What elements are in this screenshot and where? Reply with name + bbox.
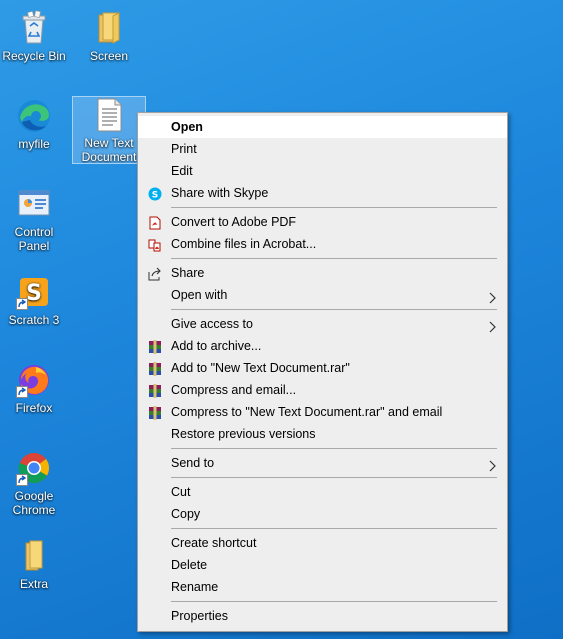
menu-separator <box>138 598 507 605</box>
chrome-icon <box>16 450 52 486</box>
shortcut-arrow-icon <box>16 474 28 486</box>
chevron-right-icon <box>489 289 497 304</box>
pdf-icon <box>148 215 162 230</box>
shortcut-arrow-icon <box>16 386 28 398</box>
menu-item-label: Convert to Adobe PDF <box>171 215 297 229</box>
desktop-icon-screen[interactable]: Screen <box>73 10 145 63</box>
menu-item-combine-acrobat[interactable]: Combine files in Acrobat... <box>138 233 507 255</box>
menu-item-share[interactable]: Share <box>138 262 507 284</box>
chevron-right-icon <box>489 457 497 472</box>
menu-item-label: Compress to "New Text Document.rar" and … <box>171 405 443 419</box>
chevron-right-icon <box>489 318 497 333</box>
menu-item-label: Open with <box>171 288 228 302</box>
recycle-bin-icon <box>16 10 52 46</box>
desktop-icon-new-text-document[interactable]: New Text Document <box>72 96 146 164</box>
menu-item-open[interactable]: Open <box>138 116 507 138</box>
desktop-icon-recycle-bin[interactable]: Recycle Bin <box>0 10 70 63</box>
menu-item-label: Rename <box>171 580 219 594</box>
menu-separator <box>138 525 507 532</box>
desktop-icon-label: Screen <box>89 49 129 63</box>
scratch-icon: S <box>16 274 52 310</box>
menu-item-compress-rar-email[interactable]: Compress to "New Text Document.rar" and … <box>138 401 507 423</box>
menu-item-label: Combine files in Acrobat... <box>171 237 317 251</box>
menu-item-label: Share with Skype <box>171 186 269 200</box>
menu-item-properties[interactable]: Properties <box>138 605 507 627</box>
menu-item-label: Cut <box>171 485 191 499</box>
desktop-icon-label: Scratch 3 <box>8 313 60 327</box>
winrar-icon <box>148 361 162 376</box>
desktop-icon-control-panel[interactable]: Control Panel <box>0 186 70 253</box>
menu-item-rename[interactable]: Rename <box>138 576 507 598</box>
menu-item-label: Send to <box>171 456 215 470</box>
desktop-icon-label: myfile <box>18 137 50 151</box>
folder-icon <box>91 10 127 46</box>
menu-separator <box>138 306 507 313</box>
menu-item-open-with[interactable]: Open with <box>138 284 507 306</box>
menu-item-send-to[interactable]: Send to <box>138 452 507 474</box>
menu-item-label: Create shortcut <box>171 536 257 550</box>
menu-separator <box>138 255 507 262</box>
share-icon <box>148 266 162 281</box>
desktop-icon-label: Control Panel <box>14 225 54 253</box>
menu-item-label: Copy <box>171 507 201 521</box>
acrobat-combine-icon <box>148 237 162 252</box>
edge-icon <box>16 98 52 134</box>
menu-item-print[interactable]: Print <box>138 138 507 160</box>
menu-item-edit[interactable]: Edit <box>138 160 507 182</box>
desktop-icon-chrome[interactable]: Google Chrome <box>0 450 70 517</box>
control-panel-icon <box>16 186 52 222</box>
menu-item-share-skype[interactable]: S Share with Skype <box>138 182 507 204</box>
menu-item-delete[interactable]: Delete <box>138 554 507 576</box>
desktop-icon-scratch[interactable]: S Scratch 3 <box>0 274 70 327</box>
menu-item-compress-email[interactable]: Compress and email... <box>138 379 507 401</box>
menu-item-add-rar[interactable]: Add to "New Text Document.rar" <box>138 357 507 379</box>
menu-item-label: Add to archive... <box>171 339 262 353</box>
menu-item-label: Compress and email... <box>171 383 297 397</box>
menu-item-label: Print <box>171 142 197 156</box>
svg-text:S: S <box>152 191 158 201</box>
menu-item-restore-versions[interactable]: Restore previous versions <box>138 423 507 445</box>
winrar-icon <box>148 339 162 354</box>
winrar-icon <box>148 405 162 420</box>
menu-item-copy[interactable]: Copy <box>138 503 507 525</box>
menu-item-create-shortcut[interactable]: Create shortcut <box>138 532 507 554</box>
desktop-icon-firefox[interactable]: Firefox <box>0 362 70 415</box>
shortcut-arrow-icon <box>16 298 28 310</box>
svg-text:S: S <box>26 281 42 306</box>
skype-icon: S <box>148 186 162 201</box>
menu-item-label: Properties <box>171 609 228 623</box>
desktop-icon-label: New Text Document <box>81 136 137 163</box>
menu-separator <box>138 204 507 211</box>
menu-item-label: Restore previous versions <box>171 427 316 441</box>
menu-item-add-archive[interactable]: Add to archive... <box>138 335 507 357</box>
menu-item-label: Share <box>171 266 205 280</box>
menu-item-give-access[interactable]: Give access to <box>138 313 507 335</box>
menu-item-label: Add to "New Text Document.rar" <box>171 361 350 375</box>
firefox-icon <box>16 362 52 398</box>
desktop-icon-label: Extra <box>19 577 48 591</box>
desktop-icon-label: Firefox <box>15 401 53 415</box>
text-document-icon <box>91 97 127 133</box>
desktop-icon-label: Google Chrome <box>12 489 56 517</box>
context-menu: Open Print Edit S Share with Skype Conve… <box>137 112 508 632</box>
menu-separator <box>138 474 507 481</box>
menu-item-label: Open <box>171 120 203 134</box>
folder-icon <box>16 538 52 574</box>
desktop-icon-label: Recycle Bin <box>2 49 66 63</box>
desktop-icon-extra[interactable]: Extra <box>0 538 70 591</box>
menu-item-convert-pdf[interactable]: Convert to Adobe PDF <box>138 211 507 233</box>
menu-item-cut[interactable]: Cut <box>138 481 507 503</box>
menu-item-label: Give access to <box>171 317 253 331</box>
menu-item-label: Edit <box>171 164 193 178</box>
desktop-icon-myfile[interactable]: myfile <box>0 98 70 151</box>
menu-item-label: Delete <box>171 558 208 572</box>
menu-separator <box>138 445 507 452</box>
winrar-icon <box>148 383 162 398</box>
